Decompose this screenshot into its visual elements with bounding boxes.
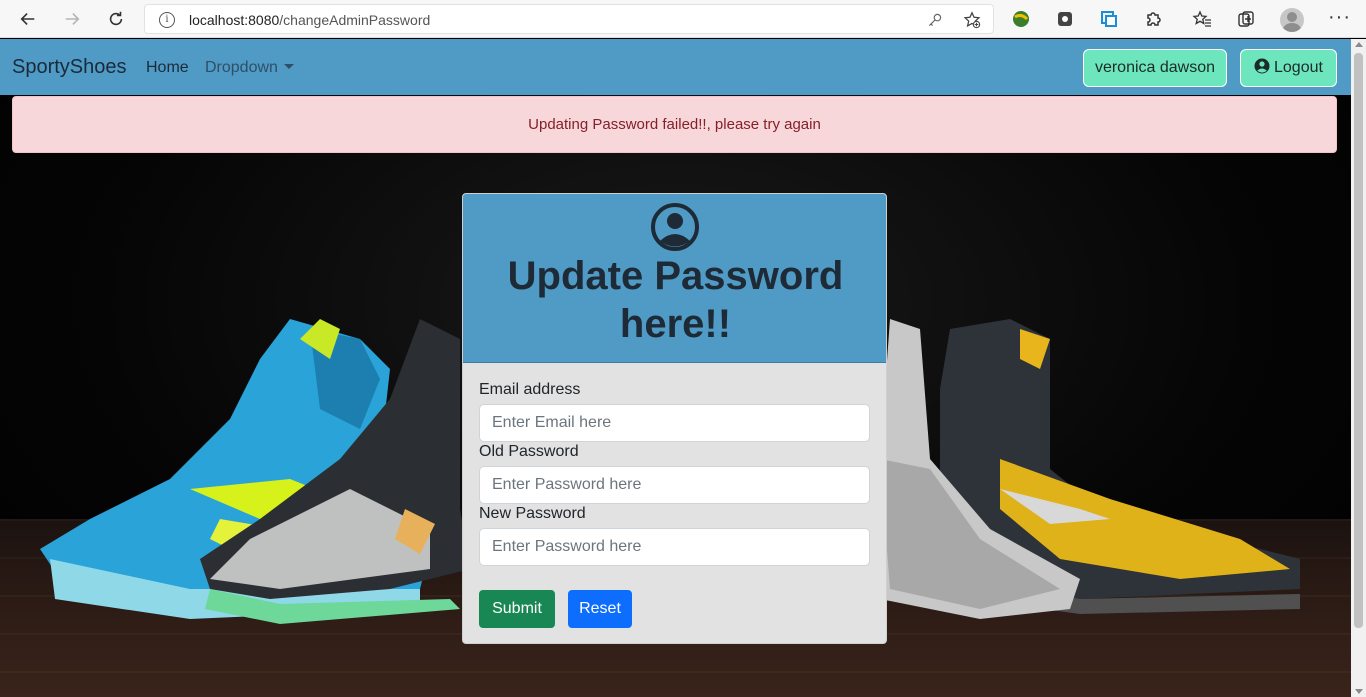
card-title: Update Password here!! (507, 254, 844, 346)
scroll-down-icon[interactable] (1355, 689, 1363, 694)
key-icon[interactable] (927, 12, 943, 28)
extension-icon[interactable] (1098, 8, 1120, 30)
brand-link[interactable]: SportyShoes (12, 56, 127, 79)
user-name-button[interactable]: veronica dawson (1083, 49, 1227, 87)
submit-button[interactable]: Submit (479, 590, 555, 628)
email-label: Email address (479, 381, 581, 398)
nav-dropdown[interactable]: Dropdown (205, 59, 294, 77)
old-password-label: Old Password (479, 443, 579, 460)
new-password-field[interactable] (479, 528, 870, 566)
update-password-card: Update Password here!! Email address Old… (462, 193, 887, 644)
url-text: localhost:8080/changeAdminPassword (189, 12, 430, 28)
favorite-add-icon[interactable] (963, 11, 981, 29)
vertical-scrollbar[interactable] (1351, 39, 1366, 697)
shoe-image-white (880, 319, 1080, 619)
collections-icon[interactable] (1235, 8, 1257, 30)
scrollbar-thumb[interactable] (1354, 53, 1363, 628)
shoe-image-grey-green (200, 319, 470, 624)
reset-button[interactable]: Reset (568, 590, 632, 628)
error-alert: Updating Password failed!!, please try a… (12, 96, 1337, 153)
page: SportyShoes Home Dropdown veronica dawso… (0, 39, 1351, 697)
nav-dropdown-label: Dropdown (205, 59, 278, 76)
browser-toolbar: i localhost:8080/changeAdminPassword ··· (0, 0, 1366, 38)
address-bar[interactable]: i localhost:8080/changeAdminPassword (144, 4, 994, 34)
info-icon[interactable]: i (159, 12, 175, 28)
forward-icon[interactable] (60, 7, 84, 31)
logout-button[interactable]: Logout (1240, 49, 1337, 87)
extension-icon[interactable] (1010, 8, 1032, 30)
profile-icon[interactable] (1280, 8, 1304, 32)
navbar: SportyShoes Home Dropdown veronica dawso… (0, 39, 1351, 95)
scroll-up-icon[interactable] (1355, 42, 1363, 47)
extension-icon[interactable] (1142, 8, 1164, 30)
url-host: localhost:8080 (189, 12, 280, 28)
more-icon[interactable]: ··· (1328, 6, 1351, 29)
card-header: Update Password here!! (463, 194, 886, 363)
user-circle-icon (1254, 58, 1270, 74)
back-icon[interactable] (16, 7, 40, 31)
reload-icon[interactable] (104, 7, 128, 31)
new-password-label: New Password (479, 505, 586, 522)
extension-icon[interactable] (1054, 8, 1076, 30)
caret-down-icon (283, 64, 294, 69)
email-field[interactable] (479, 404, 870, 442)
user-circle-icon (651, 203, 699, 251)
favorites-icon[interactable] (1191, 8, 1213, 30)
logout-label: Logout (1274, 59, 1323, 76)
old-password-field[interactable] (479, 466, 870, 504)
url-path: /changeAdminPassword (279, 12, 431, 28)
nav-home-link[interactable]: Home (146, 59, 189, 77)
